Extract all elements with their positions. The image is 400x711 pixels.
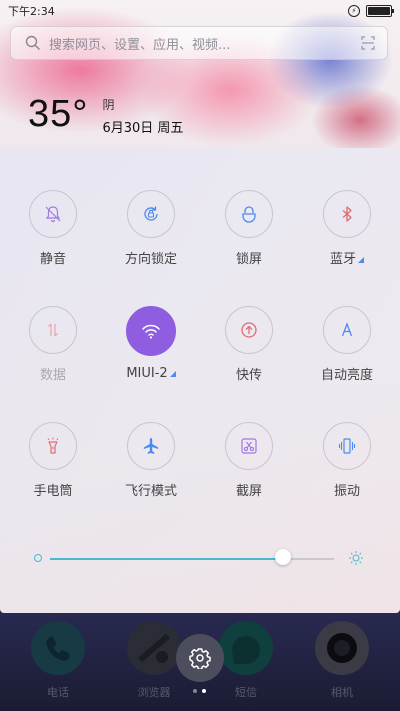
toggle-wifi-label: MIUI-2 bbox=[126, 366, 168, 381]
toggle-auto-brightness-label: 自动亮度 bbox=[320, 368, 373, 383]
status-time: 下午2:34 bbox=[8, 5, 55, 18]
toggle-rotation-lock-button[interactable] bbox=[127, 190, 175, 238]
search-icon bbox=[25, 35, 40, 50]
toggle-airplane[interactable]: 飞行模式 bbox=[102, 422, 200, 518]
toggle-mute-label: 静音 bbox=[39, 252, 66, 267]
auto-brightness-icon bbox=[341, 322, 353, 337]
toggle-bluetooth-label: 蓝牙 bbox=[329, 252, 356, 267]
quick-share-icon bbox=[241, 322, 257, 338]
page-dot bbox=[193, 689, 197, 693]
toggle-grid: 静音 方向锁定 锁屏 蓝牙 数据 MIUI-2 快传 自动亮度 手电筒 飞行模式… bbox=[0, 190, 400, 518]
toggle-quick-share[interactable]: 快传 bbox=[200, 306, 298, 402]
dock-app-camera-label: 相机 bbox=[331, 686, 353, 699]
messages-icon bbox=[219, 621, 273, 675]
toggle-rotation-lock[interactable]: 方向锁定 bbox=[102, 190, 200, 286]
toggle-mobile-data[interactable]: 数据 bbox=[4, 306, 102, 402]
toggle-screenshot[interactable]: 截屏 bbox=[200, 422, 298, 518]
toggle-lock-screen-label: 锁屏 bbox=[235, 252, 262, 267]
flashlight-icon bbox=[47, 437, 59, 454]
toggle-airplane-button[interactable] bbox=[127, 422, 175, 470]
dock-app-phone-label: 电话 bbox=[47, 686, 69, 699]
wifi-icon bbox=[142, 324, 160, 339]
toggle-wifi-label-wrap: MIUI-2 bbox=[126, 366, 176, 381]
airplane-icon bbox=[143, 438, 159, 454]
toggle-vibrate-label: 振动 bbox=[333, 484, 360, 499]
toggle-bluetooth-label-wrap: 蓝牙 bbox=[330, 248, 364, 267]
screenshot-icon bbox=[241, 438, 257, 454]
status-bar: 下午2:34 ⚡ bbox=[0, 0, 400, 22]
toggle-mute-button[interactable] bbox=[29, 190, 77, 238]
weather-widget[interactable]: 35° 阴 6月30日 周五 bbox=[28, 92, 183, 136]
more-corner-icon bbox=[169, 371, 176, 377]
toggle-quick-share-label: 快传 bbox=[235, 368, 262, 383]
toggle-quick-share-button[interactable] bbox=[225, 306, 273, 354]
toggle-mobile-data-label: 数据 bbox=[39, 368, 66, 383]
toggle-auto-brightness[interactable]: 自动亮度 bbox=[298, 306, 396, 402]
search-placeholder: 搜索网页、设置、应用、视频... bbox=[49, 37, 231, 53]
dock-app-browser[interactable]: 浏览器 bbox=[124, 620, 184, 700]
brightness-fill bbox=[50, 558, 283, 560]
search-bar[interactable]: 搜索网页、设置、应用、视频... bbox=[10, 26, 388, 60]
settings-button[interactable] bbox=[176, 634, 224, 682]
brightness-low-icon bbox=[34, 554, 42, 562]
vibrate-icon bbox=[338, 438, 356, 454]
dock-app-messages[interactable]: 短信 bbox=[216, 620, 276, 700]
toggle-vibrate[interactable]: 振动 bbox=[298, 422, 396, 518]
brightness-track[interactable] bbox=[50, 558, 334, 560]
toggle-wifi-button[interactable] bbox=[126, 306, 176, 356]
control-center-panel: 静音 方向锁定 锁屏 蓝牙 数据 MIUI-2 快传 自动亮度 手电筒 飞行模式… bbox=[0, 148, 400, 613]
toggle-screenshot-button[interactable] bbox=[225, 422, 273, 470]
brightness-thumb[interactable] bbox=[274, 549, 291, 565]
camera-icon bbox=[315, 621, 369, 675]
dock-app-messages-label: 短信 bbox=[235, 686, 257, 699]
gear-icon bbox=[189, 648, 211, 669]
toggle-vibrate-button[interactable] bbox=[323, 422, 371, 470]
toggle-wifi[interactable]: MIUI-2 bbox=[102, 306, 200, 402]
more-corner-icon bbox=[358, 257, 364, 263]
brightness-high-icon bbox=[349, 551, 363, 565]
scan-icon[interactable] bbox=[361, 36, 375, 50]
battery-icon bbox=[366, 5, 394, 17]
toggle-auto-brightness-button[interactable] bbox=[323, 306, 371, 354]
dock-app-browser-label: 浏览器 bbox=[137, 686, 171, 699]
weather-date: 6月30日 周五 bbox=[102, 121, 184, 136]
toggle-flashlight-label: 手电筒 bbox=[33, 484, 73, 499]
toggle-mute[interactable]: 静音 bbox=[4, 190, 102, 286]
dock-app-phone[interactable]: 电话 bbox=[28, 620, 88, 700]
toggle-screenshot-label: 截屏 bbox=[235, 484, 262, 499]
bluetooth-icon bbox=[342, 206, 352, 222]
toggle-bluetooth[interactable]: 蓝牙 bbox=[298, 190, 396, 286]
weather-condition: 阴 bbox=[102, 98, 115, 112]
charging-icon: ⚡ bbox=[348, 5, 360, 17]
toggle-flashlight-button[interactable] bbox=[29, 422, 77, 470]
rotation-lock-icon bbox=[144, 206, 158, 221]
toggle-airplane-label: 飞行模式 bbox=[124, 484, 177, 499]
page-dot-active bbox=[202, 689, 206, 693]
toggle-bluetooth-button[interactable] bbox=[323, 190, 371, 238]
bell-mute-icon bbox=[45, 206, 61, 223]
page-indicator bbox=[193, 689, 206, 693]
mobile-data-icon bbox=[48, 323, 58, 337]
weather-temperature: 35° bbox=[28, 93, 89, 135]
browser-icon bbox=[127, 621, 181, 675]
toggle-rotation-lock-label: 方向锁定 bbox=[124, 252, 177, 267]
dock-app-camera[interactable]: 相机 bbox=[312, 620, 372, 700]
toggle-flashlight[interactable]: 手电筒 bbox=[4, 422, 102, 518]
lock-icon bbox=[242, 206, 256, 223]
brightness-slider[interactable] bbox=[34, 548, 364, 568]
toggle-lock-screen-button[interactable] bbox=[225, 190, 273, 238]
toggle-mobile-data-button[interactable] bbox=[29, 306, 77, 354]
phone-icon bbox=[31, 621, 85, 675]
toggle-lock-screen[interactable]: 锁屏 bbox=[200, 190, 298, 286]
